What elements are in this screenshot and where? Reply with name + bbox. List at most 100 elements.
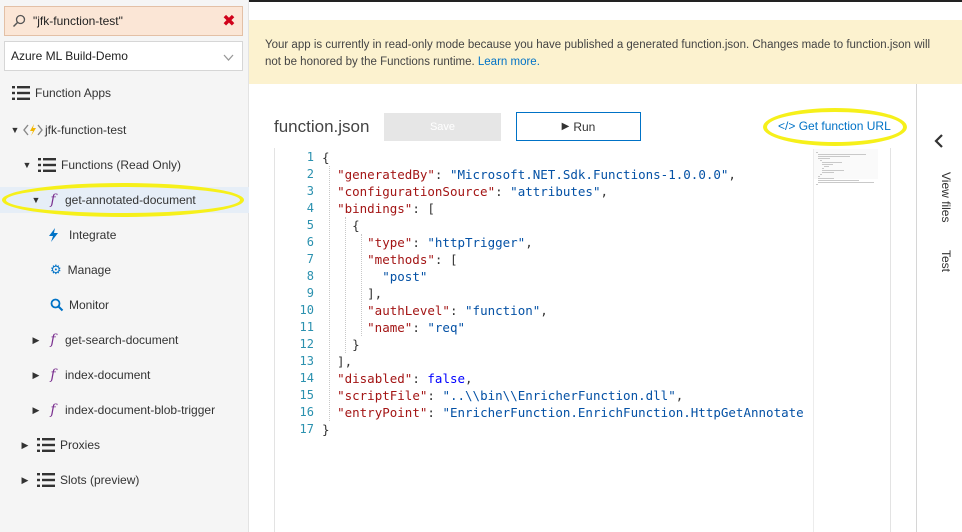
line-number: 17 [299,422,314,436]
proxies-label: Proxies [60,438,101,452]
subscription-select[interactable]: Azure ML Build-Demo [4,41,243,71]
code-line: "methods": [ [367,252,458,267]
code-line: ], [322,286,383,301]
tab-test[interactable]: Test [939,250,953,272]
app-name: jfk-function-test [45,123,127,137]
play-icon: ▶ [561,121,570,132]
manage-label: Manage [67,263,112,277]
collapse-triangle-icon[interactable]: ▶ [31,335,41,346]
chevron-down-icon [223,51,234,65]
function-name: index-document-blob-trigger [65,403,216,417]
minimap[interactable] [813,149,879,532]
line-number: 3 [306,184,314,198]
line-number-gutter: 1 2 3 4 5 6 7 8 9 10 11 12 13 14 15 16 1… [274,149,318,438]
banner-text: Your app is currently in read-only mode … [265,39,931,68]
function-item[interactable]: ▶ f index-document-blob-trigger [0,397,249,423]
manage-item[interactable]: ⚙ Manage [0,257,249,283]
search-icon [5,14,33,28]
lightning-icon [49,228,58,242]
minimap-line [822,172,834,173]
code-content[interactable]: { "generatedBy": "Microsoft.NET.Sdk.Func… [322,149,814,438]
code-line: "entryPoint": "EnricherFunction.EnrichFu… [337,405,804,420]
code-line: "disabled": false, [337,371,473,386]
list-icon [12,86,30,100]
code-line: "generatedBy": "Microsoft.NET.Sdk.Functi… [337,167,736,182]
code-line: } [322,337,360,352]
minimap-line [818,156,851,157]
list-icon [38,158,56,172]
slots-label: Slots (preview) [60,473,140,487]
function-item[interactable]: ▶ f get-search-document [0,327,249,353]
code-line: "bindings": [ [337,201,435,216]
get-function-url-link[interactable]: </> Get function URL [778,119,891,133]
function-name: get-search-document [65,333,179,347]
line-number: 6 [306,235,314,249]
function-icon: f [50,332,56,348]
line-number: 4 [306,201,314,215]
function-icon: f [50,192,56,208]
line-number: 2 [306,167,314,181]
expand-triangle-icon[interactable]: ▼ [22,160,32,170]
right-rail: View files Test [916,84,962,532]
minimap-line [820,174,822,175]
search-box[interactable]: "jfk-function-test" ✖ [4,6,243,36]
code-line: "scriptFile": "..\\bin\\EnricherFunction… [337,388,684,403]
functions-label: Functions (Read Only) [61,158,182,172]
get-url-label: Get function URL [798,119,891,133]
function-apps-label: Function Apps [35,86,112,100]
code-line: } [322,422,330,437]
code-line: { [322,218,360,233]
minimap-line [818,178,835,179]
function-icon: f [50,402,56,418]
function-item-get-annotated-document[interactable]: ▼ f get-annotated-document [0,187,249,213]
function-apps-item[interactable]: Function Apps [0,80,249,106]
code-line: "name": "req" [367,320,466,335]
slots-item[interactable]: ▶ Slots (preview) [0,467,249,493]
monitor-item[interactable]: Monitor [0,292,249,318]
line-number: 7 [306,252,314,266]
sidebar: "jfk-function-test" ✖ Azure ML Build-Dem… [0,0,249,532]
line-number: 14 [299,371,314,385]
code-line: "type": "httpTrigger", [367,235,533,250]
collapse-triangle-icon[interactable]: ▶ [20,475,30,486]
line-number: 9 [306,286,314,300]
minimap-line [822,164,833,165]
function-item[interactable]: ▶ f index-document [0,362,249,388]
tab-view-files[interactable]: View files [939,172,953,222]
minimap-line [824,166,830,167]
minimap-line [816,184,818,185]
minimap-line [822,170,844,171]
line-number: 8 [306,269,314,283]
learn-more-link[interactable]: Learn more. [478,56,540,68]
line-number: 1 [306,150,314,164]
clear-search-icon[interactable]: ✖ [216,11,242,31]
integrate-item[interactable]: Integrate [0,222,249,248]
minimap-line [818,182,874,183]
code-line: ], [322,354,353,369]
expand-triangle-icon[interactable]: ▼ [10,125,20,135]
functions-item[interactable]: ▼ Functions (Read Only) [0,152,249,178]
run-button[interactable]: ▶ Run [516,112,641,141]
minimap-line [820,160,822,161]
collapse-triangle-icon[interactable]: ▶ [31,370,41,381]
proxies-item[interactable]: ▶ Proxies [0,432,249,458]
chevron-left-icon[interactable] [934,134,944,148]
app-item[interactable]: ▼ jfk-function-test [0,117,249,143]
collapse-triangle-icon[interactable]: ▶ [31,405,41,416]
line-number: 5 [306,218,314,232]
minimap-line [822,168,824,169]
minimap-line [818,180,860,181]
collapse-triangle-icon[interactable]: ▶ [20,440,30,451]
function-name: index-document [65,368,151,382]
run-label: Run [573,119,596,134]
expand-triangle-icon[interactable]: ▼ [31,195,41,205]
save-button[interactable]: Save [384,113,501,141]
minimap-line [818,158,830,159]
search-input[interactable]: "jfk-function-test" [33,14,216,28]
minimap-line [818,176,820,177]
line-number: 12 [299,337,314,351]
function-icon: f [50,367,56,383]
top-border [249,0,962,2]
gear-icon: ⚙ [50,262,62,277]
read-only-banner: Your app is currently in read-only mode … [249,20,962,84]
